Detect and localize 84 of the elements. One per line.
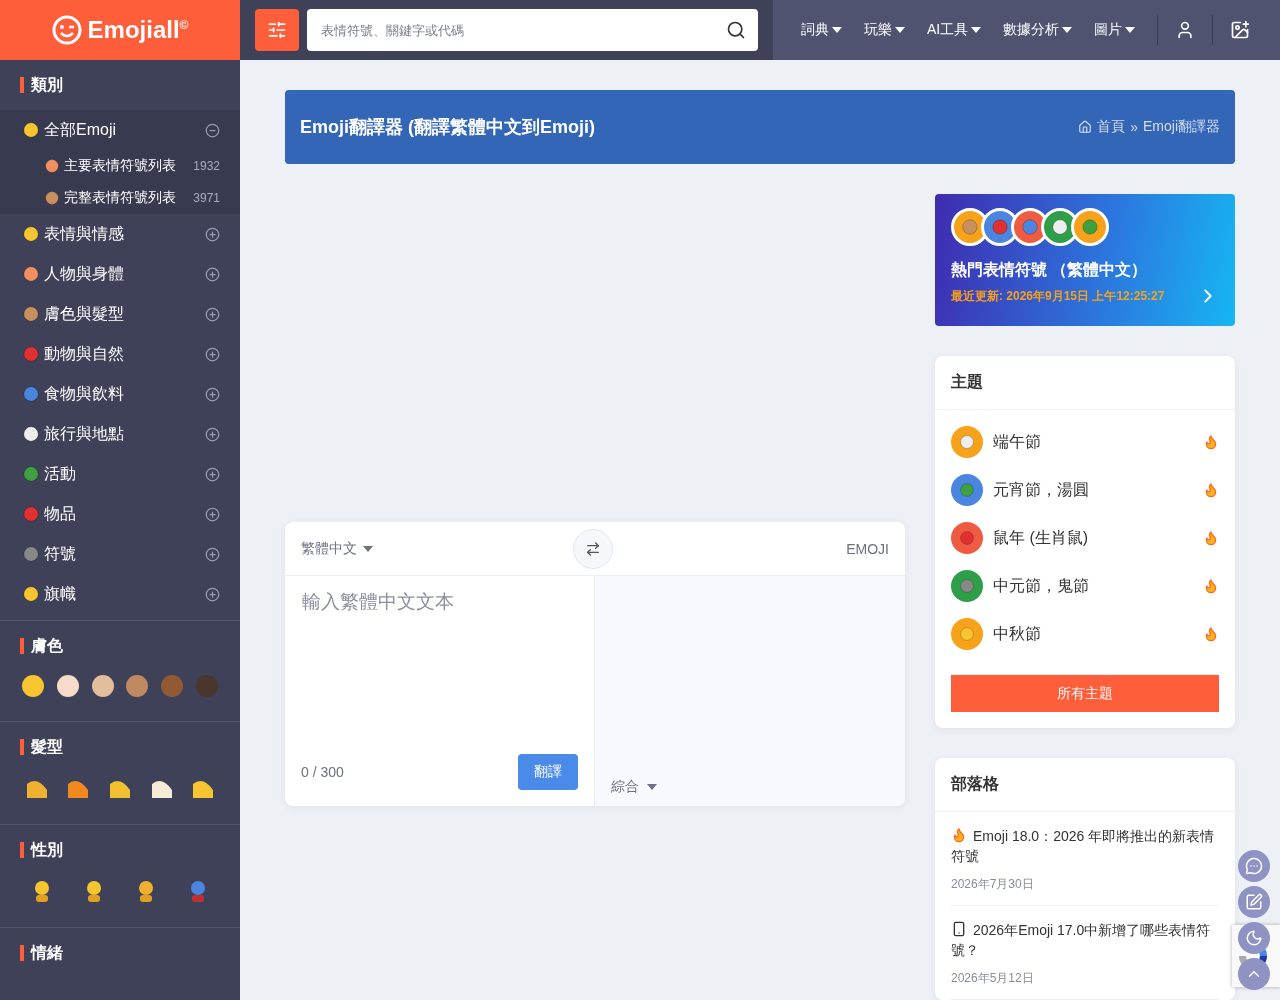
breadcrumb-separator: »	[1130, 119, 1138, 135]
flame-icon	[1203, 578, 1219, 594]
nav-menu-item[interactable]: 玩樂	[864, 21, 905, 39]
skin-tone-face-icon[interactable]	[57, 675, 79, 697]
category-item[interactable]: 符號	[0, 534, 240, 574]
blog-post-link[interactable]: 2026年Emoji 17.0中新增了哪些表情符號？	[951, 920, 1219, 960]
expand-icon	[205, 346, 220, 362]
category-item[interactable]: 人物與身體	[0, 254, 240, 294]
mode-select[interactable]: 綜合	[611, 778, 657, 796]
character-counter: 0 / 300	[301, 764, 344, 780]
section-heading: 膚色	[31, 635, 63, 656]
topic-item[interactable]: 鼠年 (生肖鼠)	[951, 514, 1219, 562]
flame-icon	[1203, 434, 1219, 450]
hot-card-title: 熱門表情符號 （繁體中文）	[951, 260, 1149, 280]
expand-icon	[205, 466, 220, 482]
section-heading: 性別	[31, 839, 63, 860]
panel-title: 部落格	[951, 774, 999, 794]
expand-icon	[205, 506, 220, 522]
nav-menu-item[interactable]: 數據分析	[1003, 21, 1073, 39]
input-pane[interactable]: 輸入繁體中文文本 0 / 300 翻譯	[285, 576, 595, 806]
dark-mode-button[interactable]	[1238, 922, 1270, 954]
edit-icon	[1245, 893, 1263, 911]
flame-icon	[1203, 626, 1219, 642]
category-item[interactable]: 活動	[0, 454, 240, 494]
expand-icon	[205, 226, 220, 242]
skin-tone-face-icon[interactable]	[22, 675, 45, 697]
breadcrumb-current: Emoji翻譯器	[1143, 118, 1220, 136]
filter-button[interactable]	[255, 9, 299, 51]
topic-item[interactable]: 中元節，鬼節	[951, 562, 1219, 610]
home-icon	[1078, 120, 1093, 134]
expand-icon	[205, 386, 220, 402]
moon-icon	[1245, 929, 1263, 947]
topic-item[interactable]: 端午節	[951, 418, 1219, 466]
nav-menu-item[interactable]: 詞典	[801, 21, 842, 39]
source-language-select[interactable]: 繁體中文	[301, 539, 373, 558]
expand-icon	[205, 266, 220, 282]
category-item[interactable]: 表情與情感	[0, 214, 240, 254]
search-icon	[726, 20, 746, 40]
expand-icon	[205, 306, 220, 322]
collapse-icon	[205, 122, 220, 138]
flame-icon	[951, 827, 967, 843]
topic-item[interactable]: 元宵節，湯圓	[951, 466, 1219, 514]
topic-item[interactable]: 中秋節	[951, 610, 1219, 658]
update-time: 最近更新: 2026年9月15日 上午12:25:27	[951, 287, 1165, 305]
chat-icon	[1245, 857, 1263, 875]
target-language-label: EMOJI	[846, 540, 889, 557]
section-heading: 髮型	[31, 736, 63, 757]
phone-icon	[951, 921, 967, 937]
sidebar-heading: 類別	[31, 74, 63, 95]
category-item[interactable]: 全部Emoji	[0, 110, 240, 150]
sliders-icon	[267, 20, 287, 40]
page-title: Emoji翻譯器 (翻譯繁體中文到Emoji)	[300, 116, 595, 139]
category-item[interactable]: 旗幟	[0, 574, 240, 614]
image-plus-icon	[1230, 20, 1251, 40]
blog-post-link[interactable]: Emoji 18.0：2026 年即將推出的新表情符號	[951, 826, 1219, 866]
smiley-logo-icon	[51, 15, 82, 45]
expand-icon	[205, 546, 220, 562]
swap-icon	[585, 540, 601, 557]
flame-icon	[1203, 482, 1219, 498]
subcategory-item[interactable]: 主要表情符號列表 1932	[0, 150, 240, 182]
chat-button[interactable]	[1238, 850, 1270, 882]
flame-icon	[1203, 530, 1219, 546]
expand-icon	[205, 586, 220, 602]
hot-emoji-card[interactable]: 熱門表情符號 （繁體中文） 最近更新: 2026年9月15日 上午12:25:27	[935, 194, 1235, 326]
post-date: 2026年7月30日	[951, 876, 1035, 893]
feedback-button[interactable]	[1238, 886, 1270, 918]
category-item[interactable]: 動物與自然	[0, 334, 240, 374]
category-item[interactable]: 膚色與髮型	[0, 294, 240, 334]
skin-tone-face-icon[interactable]	[126, 675, 149, 697]
skin-tone-face-icon[interactable]	[91, 675, 114, 697]
post-date: 2026年5月12日	[951, 970, 1035, 987]
breadcrumb-link[interactable]: 首頁	[1097, 118, 1126, 136]
expand-icon	[205, 426, 220, 442]
nav-menu-item[interactable]: AI工具	[927, 21, 982, 39]
section-heading: 情緒	[31, 942, 63, 963]
category-item[interactable]: 物品	[0, 494, 240, 534]
logo-text: Emojiall$^{©}$	[87, 16, 189, 44]
search-field[interactable]: 表情符號、關鍵字或代碼	[307, 9, 758, 51]
category-item[interactable]: 食物與飲料	[0, 374, 240, 414]
subcategory-item[interactable]: 完整表情符號列表 3971	[0, 182, 240, 214]
swap-button[interactable]	[573, 528, 613, 569]
category-item[interactable]: 旅行與地點	[0, 414, 240, 454]
panel-title: 主題	[951, 372, 983, 392]
nav-menu-item[interactable]: 圖片	[1094, 21, 1136, 39]
